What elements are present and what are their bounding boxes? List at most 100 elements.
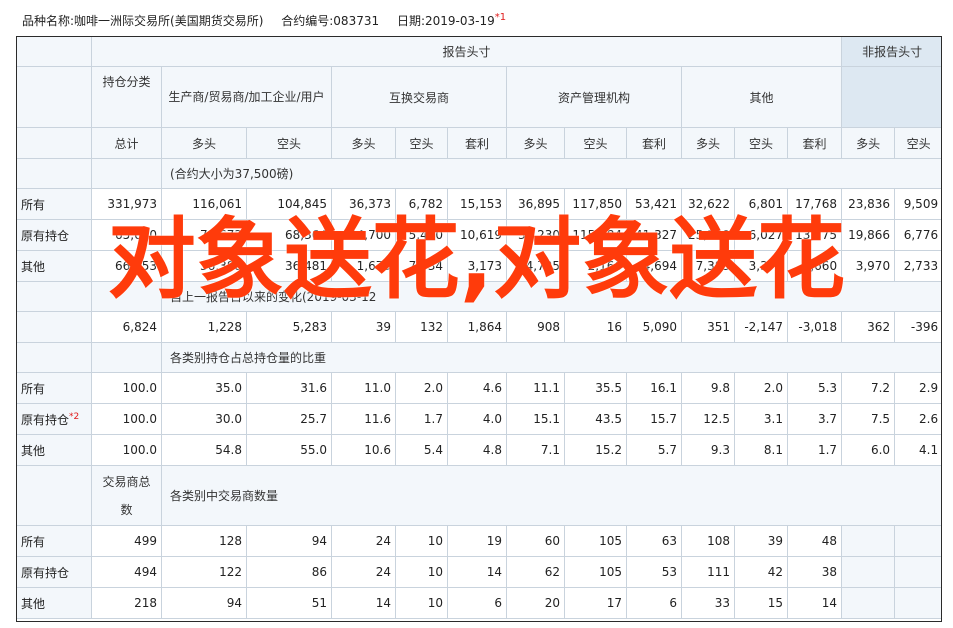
cell: 15,153 [447, 188, 507, 220]
product-label: 品种名称:咖啡一洲际交易所(美国期货交易所) [22, 14, 264, 28]
cell: 100.0 [91, 434, 162, 466]
section-row-contract-size: (合约大小为37,500磅) [17, 158, 941, 189]
footnote-mark: *2 [69, 411, 80, 422]
cell: 24 [331, 525, 396, 557]
header-row-top: 报告头寸 非报告头寸 [17, 37, 941, 67]
blank-cell [17, 342, 92, 373]
cell: 6,776 [894, 219, 941, 251]
cell: 12.5 [681, 403, 735, 435]
cell: 2.9 [894, 372, 941, 404]
cell: 94 [161, 587, 247, 619]
cell: 41,327 [626, 219, 682, 251]
cell: -2,147 [734, 311, 788, 343]
cell: 2.6 [894, 403, 941, 435]
table-row: 所有 331,973 116,061 104,845 36,373 6,782 … [17, 188, 941, 220]
cell: 33 [681, 587, 735, 619]
row-label: 原有持仓 [17, 219, 92, 251]
cell: 6,824 [91, 311, 162, 343]
table-row: 原有持仓*2 100.0 30.0 25.7 11.6 1.7 4.0 15.1… [17, 403, 941, 435]
cell: 100.0 [91, 372, 162, 404]
row-label: 原有持仓*2 [17, 403, 92, 435]
cell: 5.7 [626, 434, 682, 466]
cell: 62 [506, 556, 565, 588]
blank-cell [91, 342, 162, 373]
cell: 14 [447, 556, 507, 588]
cell: 9.8 [681, 372, 735, 404]
cell: 55.0 [246, 434, 332, 466]
cell [841, 556, 896, 588]
col-producer-short: 空头 [246, 127, 332, 159]
cell: 38 [786, 556, 843, 588]
cell: 86 [246, 556, 332, 588]
blank-cell [17, 66, 92, 128]
cell: 11.1 [506, 372, 565, 404]
cell: 908 [506, 311, 565, 343]
cell: 53 [626, 556, 682, 588]
cell: 2,733 [894, 250, 941, 282]
blank-cell [17, 127, 92, 159]
col-producer-long: 多头 [161, 127, 247, 159]
cell: 15 [734, 587, 788, 619]
cell: 10 [395, 525, 448, 557]
cell: 3.7 [786, 403, 843, 435]
cell: 34,700 [331, 219, 396, 251]
trader-total-line2: 数 [120, 502, 133, 517]
change-row: 6,824 1,228 5,283 39 132 1,864 908 16 5,… [17, 311, 941, 343]
col-nonreported-long: 多头 [841, 127, 896, 159]
date-footnote-mark: *1 [494, 12, 507, 23]
cell: 60 [506, 525, 565, 557]
cell: 4.8 [447, 434, 507, 466]
blank-cell [17, 465, 92, 526]
cell [894, 525, 941, 557]
cell: 362 [841, 311, 896, 343]
table-row: 原有持仓 494 122 86 24 10 14 62 105 53 111 4… [17, 556, 941, 588]
cell: 2.0 [395, 372, 448, 404]
cell: 14 [331, 587, 396, 619]
blank-cell [91, 158, 162, 189]
cell: 105 [564, 525, 627, 557]
row-label: 所有 [17, 525, 92, 557]
cell: 128 [161, 525, 247, 557]
section-row-pct: 各类别持仓占总持仓量的比重 [17, 342, 941, 373]
cell: 16.1 [626, 372, 682, 404]
cell: 5,283 [246, 311, 332, 343]
cell: 11.6 [331, 403, 396, 435]
cell: 6,782 [395, 188, 448, 220]
cell: 31.6 [246, 372, 332, 404]
cell: 1,228 [161, 311, 247, 343]
cell: 94 [246, 525, 332, 557]
cell: 11.0 [331, 372, 396, 404]
row-label: 其他 [17, 250, 92, 282]
col-asset-long: 多头 [506, 127, 565, 159]
contract-code-label: 合约编号:083731 [281, 14, 380, 28]
col-swap-long: 多头 [331, 127, 396, 159]
cell: 66,353 [91, 250, 162, 282]
cell: 9.3 [681, 434, 735, 466]
cell: 43.5 [564, 403, 627, 435]
cell: 68,364 [246, 219, 332, 251]
cell: 218 [91, 587, 162, 619]
table-row: 其他 218 94 51 14 10 6 20 17 6 33 15 14 [17, 587, 941, 619]
cell: 2,660 [786, 250, 843, 282]
cell: 5,460 [395, 219, 448, 251]
row-label-text: 所有 [21, 381, 46, 396]
trader-total-line1: 交易商总 [102, 474, 151, 489]
cot-report-table: 报告头寸 非报告头寸 持仓分类 生产商/贸易商/加工企业/用户 互换交易商 资产… [17, 37, 941, 619]
col-other-long: 多头 [681, 127, 735, 159]
cell: 36,481 [246, 250, 332, 282]
cell: 5.3 [786, 372, 843, 404]
col-swap-spread: 套利 [447, 127, 507, 159]
cell: 10,619 [447, 219, 507, 251]
cell: 36,373 [331, 188, 396, 220]
cell: 17 [564, 587, 627, 619]
cell: 48 [786, 525, 843, 557]
cell: 63 [626, 525, 682, 557]
cell: 7.1 [506, 434, 565, 466]
section-row-traders: 交易商总数 各类别中交易商数量 [17, 465, 941, 526]
cell: 23,836 [841, 188, 896, 220]
cell: 15.2 [564, 434, 627, 466]
cell: -3,018 [786, 311, 843, 343]
cell: 6.0 [841, 434, 896, 466]
blank-label [17, 311, 92, 343]
cell: 7,383 [681, 250, 735, 282]
